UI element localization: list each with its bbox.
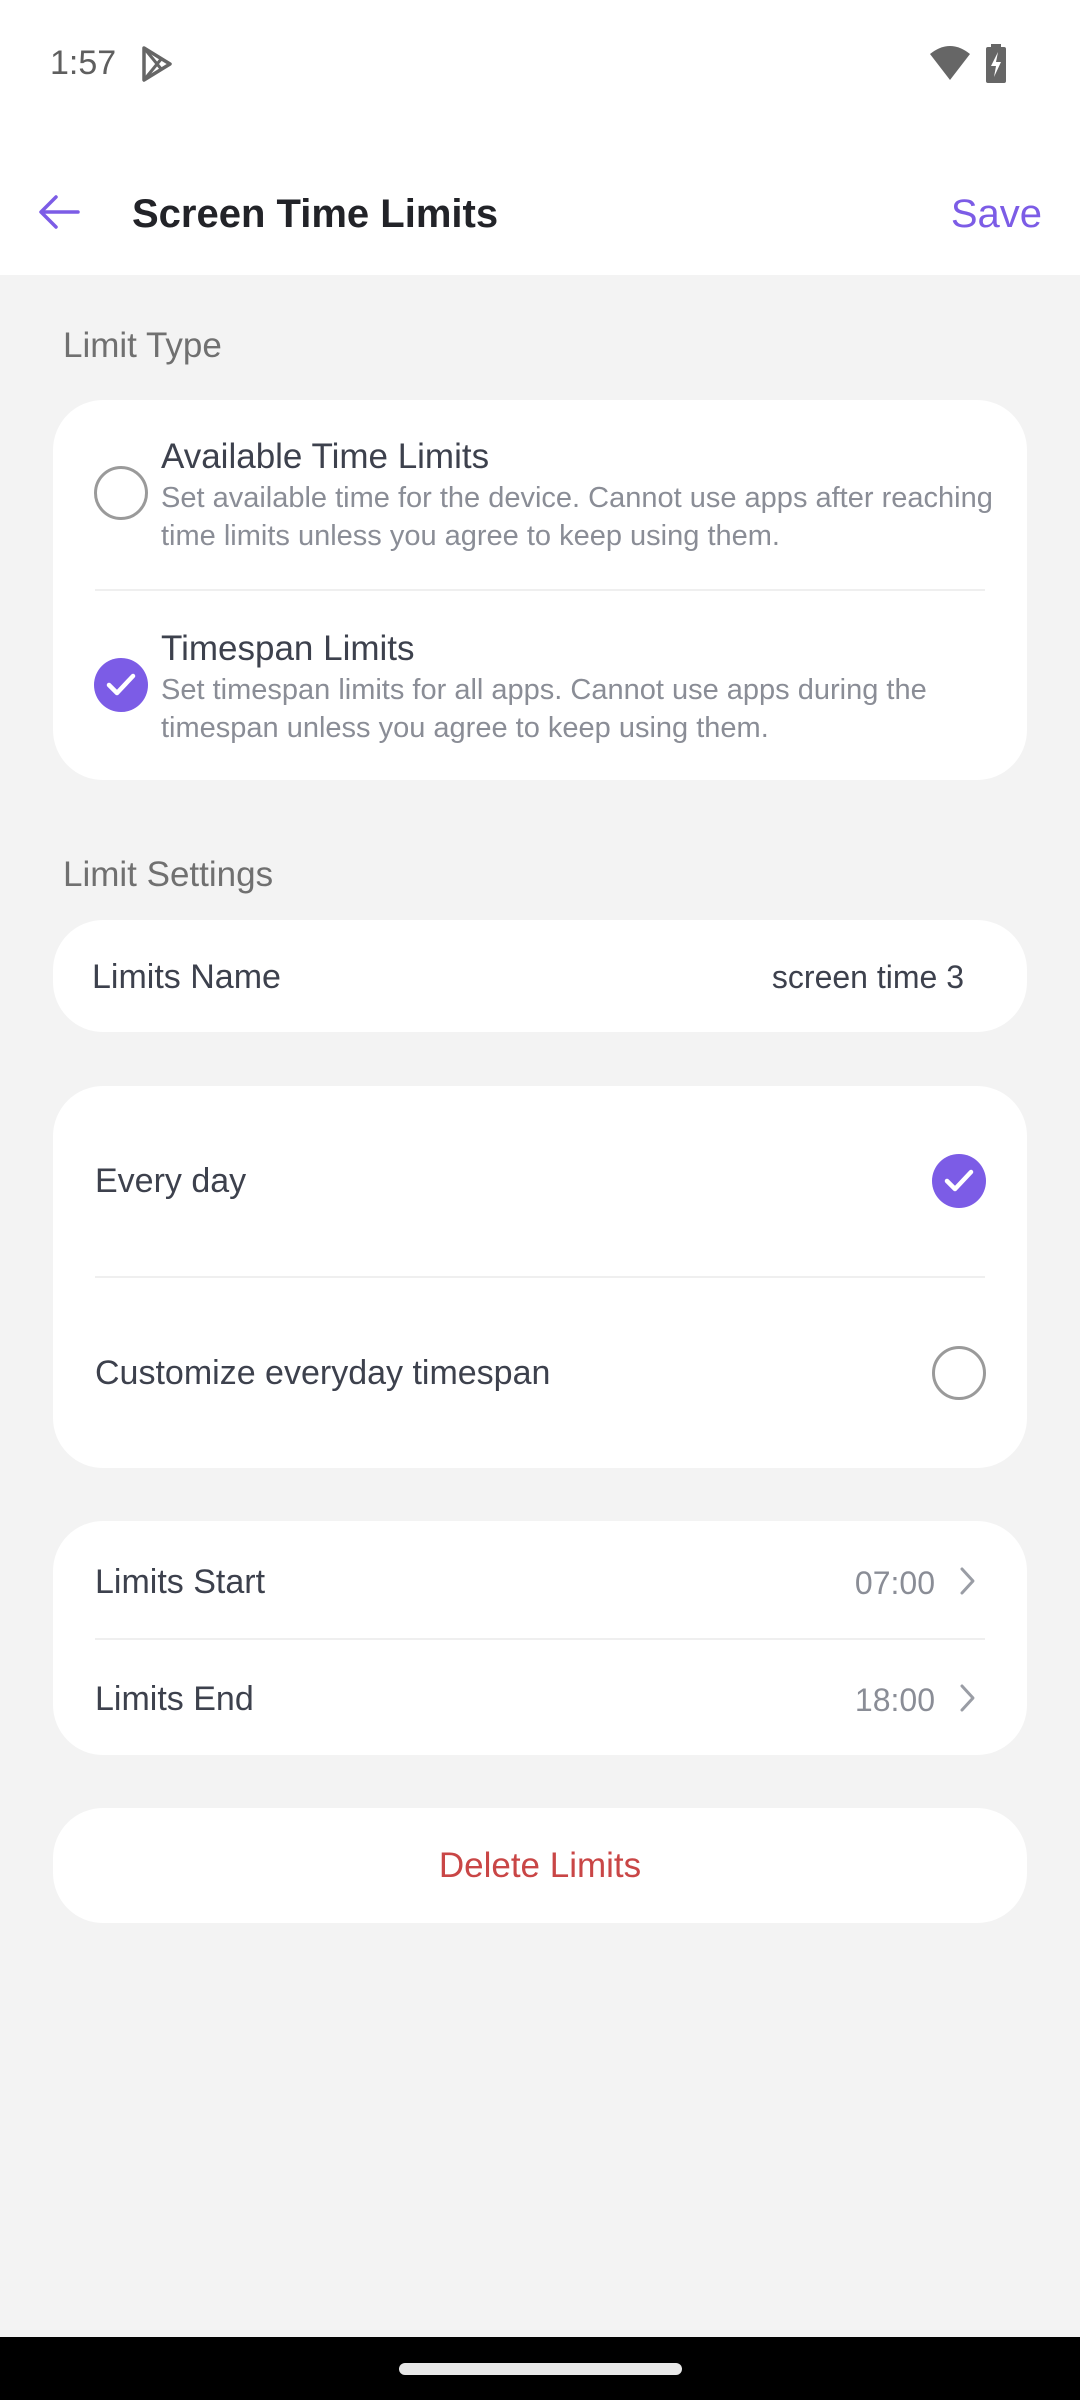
status-bar: 1:57	[0, 0, 1080, 150]
limits-end-row[interactable]: Limits End 18:00	[53, 1640, 1027, 1755]
option-description: Set timespan limits for all apps. Cannot…	[161, 674, 927, 744]
delete-limits-card[interactable]: Delete Limits	[53, 1808, 1027, 1923]
radio-unchecked-icon[interactable]	[932, 1346, 986, 1400]
option-timespan-limits[interactable]: Timespan Limits Set timespan limits for …	[53, 591, 1027, 780]
option-label: Customize everyday timespan	[95, 1354, 551, 1392]
limits-name-value[interactable]: screen time 3	[772, 959, 964, 996]
app-bar: Screen Time Limits Save	[0, 150, 1080, 275]
limits-end-value: 18:00	[854, 1682, 935, 1718]
limits-end-label: Limits End	[95, 1680, 254, 1718]
save-button[interactable]: Save	[951, 192, 1042, 237]
option-title: Timespan Limits	[161, 629, 415, 668]
limit-settings-label: Limit Settings	[63, 855, 274, 894]
play-store-icon	[142, 46, 172, 82]
option-title: Available Time Limits	[161, 437, 490, 476]
limit-type-card: Available Time Limits Set available time…	[53, 400, 1027, 780]
time-card: Limits Start 07:00 Limits End 18:00	[53, 1521, 1027, 1755]
radio-unchecked-icon[interactable]	[94, 466, 148, 520]
option-description: Set available time for the device. Canno…	[161, 482, 993, 552]
chevron-right-icon	[960, 1567, 975, 1595]
limits-start-row[interactable]: Limits Start 07:00	[53, 1521, 1027, 1638]
battery-charging-icon	[986, 44, 1006, 83]
check-circle-icon[interactable]	[94, 658, 148, 712]
arrow-left-icon[interactable]	[36, 192, 86, 232]
option-customize-everyday-timespan[interactable]: Customize everyday timespan	[53, 1278, 1027, 1468]
status-time: 1:57	[50, 44, 117, 82]
wifi-icon	[930, 46, 970, 80]
option-available-time-limits[interactable]: Available Time Limits Set available time…	[53, 400, 1027, 590]
limits-name-row[interactable]: Limits Name screen time 3	[53, 920, 1027, 1032]
delete-limits-button[interactable]: Delete Limits	[53, 1846, 1027, 1886]
page-title: Screen Time Limits	[132, 192, 499, 236]
navigation-bar	[0, 2337, 1080, 2400]
option-every-day[interactable]: Every day	[53, 1086, 1027, 1276]
option-label: Every day	[95, 1162, 247, 1200]
check-circle-icon[interactable]	[932, 1154, 986, 1208]
schedule-card: Every day Customize everyday timespan	[53, 1086, 1027, 1468]
limits-start-value: 07:00	[854, 1565, 935, 1601]
limit-type-label: Limit Type	[63, 326, 222, 365]
home-gesture-handle[interactable]	[399, 2363, 682, 2375]
chevron-right-icon	[960, 1684, 975, 1712]
limits-start-label: Limits Start	[95, 1563, 266, 1601]
limits-name-label: Limits Name	[92, 958, 281, 996]
